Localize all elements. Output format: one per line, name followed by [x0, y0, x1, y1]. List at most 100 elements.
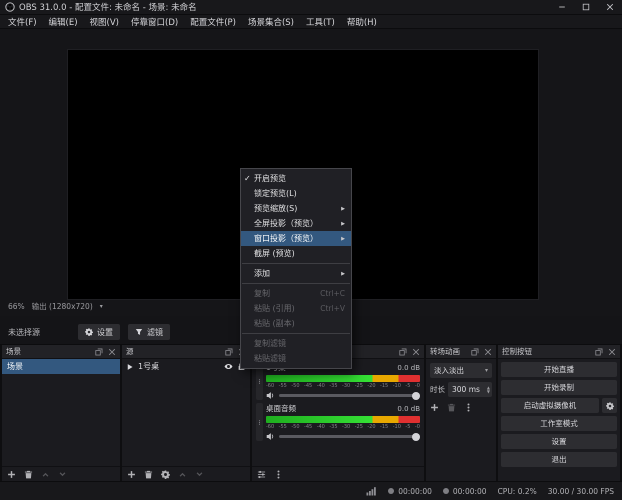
dock-close-icon[interactable]: [484, 348, 492, 356]
meter-scale-tick: -35: [329, 383, 337, 389]
meter-scale-tick: -25: [355, 383, 363, 389]
move-source-up-button[interactable]: [178, 470, 187, 479]
remove-source-button[interactable]: [144, 470, 153, 479]
ctx-copy-filters[interactable]: 复制滤镜: [241, 336, 351, 351]
virtual-camera-config-button[interactable]: [602, 398, 617, 413]
menu-edit[interactable]: 编辑(E): [43, 15, 84, 28]
advanced-audio-button[interactable]: [257, 470, 266, 479]
preview-status-row: 66% 输出 (1280x720) ▾: [8, 301, 103, 312]
add-transition-button[interactable]: [430, 403, 439, 412]
volume-slider[interactable]: [279, 435, 420, 438]
scene-item[interactable]: 场景: [2, 359, 120, 374]
output-resolution[interactable]: 输出 (1280x720): [32, 301, 93, 312]
meter-scale-tick: -20: [367, 383, 375, 389]
menu-tools[interactable]: 工具(T): [300, 15, 341, 28]
exit-button[interactable]: 退出: [501, 452, 617, 467]
channel-level: 0.0 dB: [397, 405, 420, 413]
ctx-lock-preview[interactable]: 锁定预览(L): [241, 186, 351, 201]
menu-profile[interactable]: 配置文件(P): [184, 15, 242, 28]
transitions-dock: 转场动画 淡入淡出 ▾ 时长 300 ms ▲▼: [426, 345, 496, 481]
scenes-dock-title: 场景: [6, 346, 90, 357]
maximize-button[interactable]: [574, 0, 598, 15]
dock-close-icon[interactable]: [108, 348, 116, 356]
ctx-copy[interactable]: 复制 Ctrl+C: [241, 286, 351, 301]
mixer-body: 1号桌 0.0 dB -60-55-50-45-40-35-30-25-20-1…: [252, 359, 424, 481]
start-recording-button[interactable]: 开始录制: [501, 380, 617, 395]
dock-close-icon[interactable]: [412, 348, 420, 356]
ctx-enable-preview[interactable]: ✓ 开启预览: [241, 171, 351, 186]
volume-slider-knob[interactable]: [412, 392, 420, 400]
scenes-toolbar: [2, 466, 120, 481]
maximize-icon: [582, 3, 590, 11]
move-scene-down-button[interactable]: [58, 470, 67, 479]
check-icon: ✓: [244, 174, 254, 183]
studio-mode-button[interactable]: 工作室模式: [501, 416, 617, 431]
speaker-mute-icon[interactable]: [266, 391, 275, 400]
move-scene-up-button[interactable]: [41, 470, 50, 479]
ctx-paste-reference[interactable]: 粘贴 (引用) Ctrl+V: [241, 301, 351, 316]
dock-float-icon[interactable]: [595, 348, 603, 356]
dock-close-icon[interactable]: [608, 348, 616, 356]
meter-scale-tick: -45: [304, 383, 312, 389]
start-virtual-camera-button[interactable]: 启动虚拟摄像机: [501, 398, 599, 413]
menubar: 文件(F) 编辑(E) 视图(V) 停靠窗口(D) 配置文件(P) 场景集合(S…: [0, 15, 622, 29]
ctx-windowed-projector[interactable]: 窗口投影（预览） ▶: [241, 231, 351, 246]
ctx-paste-filters[interactable]: 粘贴滤镜: [241, 351, 351, 366]
chevron-down-icon[interactable]: ▾: [100, 303, 103, 310]
start-streaming-button[interactable]: 开始直播: [501, 362, 617, 377]
ctx-fullscreen-projector[interactable]: 全屏投影（预览） ▶: [241, 216, 351, 231]
meter-scale: -60-55-50-45-40-35-30-25-20-15-10-5-0: [266, 424, 420, 430]
source-properties-gear-button[interactable]: [161, 470, 170, 479]
chevron-down-icon: ▾: [485, 367, 488, 374]
dock-float-icon[interactable]: [471, 348, 479, 356]
ctx-preview-scaling[interactable]: 预览缩放(S) ▶: [241, 201, 351, 216]
sources-dock-title: 源: [126, 346, 220, 357]
sources-dock-header[interactable]: 源: [122, 345, 250, 359]
transitions-dock-header[interactable]: 转场动画: [426, 345, 496, 359]
ctx-paste-duplicate[interactable]: 粘贴 (副本): [241, 316, 351, 331]
channel-level: 0.0 dB: [397, 364, 420, 372]
source-item[interactable]: 1号桌: [122, 359, 250, 374]
scenes-list: 场景: [2, 359, 120, 481]
speaker-mute-icon[interactable]: [266, 432, 275, 441]
move-source-down-button[interactable]: [195, 470, 204, 479]
statusbar: 00:00:00 00:00:00 CPU: 0.2% 30.00 / 30.0…: [0, 481, 622, 500]
remove-transition-button[interactable]: [447, 403, 456, 412]
meter-scale-tick: -20: [367, 424, 375, 430]
dock-float-icon[interactable]: [95, 348, 103, 356]
remove-scene-button[interactable]: [24, 470, 33, 479]
add-scene-button[interactable]: [7, 470, 16, 479]
transition-menu-button[interactable]: [464, 403, 473, 412]
dock-float-icon[interactable]: [225, 348, 233, 356]
record-timer: 00:00:00: [443, 487, 487, 496]
channel-menu-handle[interactable]: [256, 403, 263, 441]
visibility-eye-icon[interactable]: [224, 362, 233, 371]
mixer-menu-button[interactable]: [274, 470, 283, 479]
ctx-screenshot-preview[interactable]: 截屏 (预览): [241, 246, 351, 261]
controls-dock-header[interactable]: 控制按钮: [498, 345, 620, 359]
volume-slider-knob[interactable]: [412, 433, 420, 441]
minimize-button[interactable]: [550, 0, 574, 15]
menu-view[interactable]: 视图(V): [84, 15, 125, 28]
transition-select[interactable]: 淡入淡出 ▾: [430, 363, 492, 378]
meter-scale-tick: -5: [405, 424, 410, 430]
spin-arrows[interactable]: ▲▼: [487, 386, 490, 394]
add-source-button[interactable]: [127, 470, 136, 479]
volume-slider[interactable]: [279, 394, 420, 397]
ctx-add-source[interactable]: 添加 ▶: [241, 266, 351, 281]
close-button[interactable]: [598, 0, 622, 15]
duration-spinbox[interactable]: 300 ms ▲▼: [448, 382, 492, 397]
menu-help[interactable]: 帮助(H): [341, 15, 383, 28]
network-signal-icon: [366, 486, 377, 496]
dock-float-icon[interactable]: [399, 348, 407, 356]
submenu-arrow-icon: ▶: [341, 271, 345, 277]
volume-meter: [266, 416, 420, 423]
settings-button[interactable]: 设置: [501, 434, 617, 449]
menu-scene-collection[interactable]: 场景集合(S): [242, 15, 300, 28]
zoom-level[interactable]: 66%: [8, 302, 25, 311]
menu-file[interactable]: 文件(F): [2, 15, 43, 28]
menu-docks[interactable]: 停靠窗口(D): [125, 15, 184, 28]
scenes-dock-header[interactable]: 场景: [2, 345, 120, 359]
source-properties-button[interactable]: 设置: [78, 324, 120, 340]
source-filters-button[interactable]: 滤镜: [128, 324, 170, 340]
